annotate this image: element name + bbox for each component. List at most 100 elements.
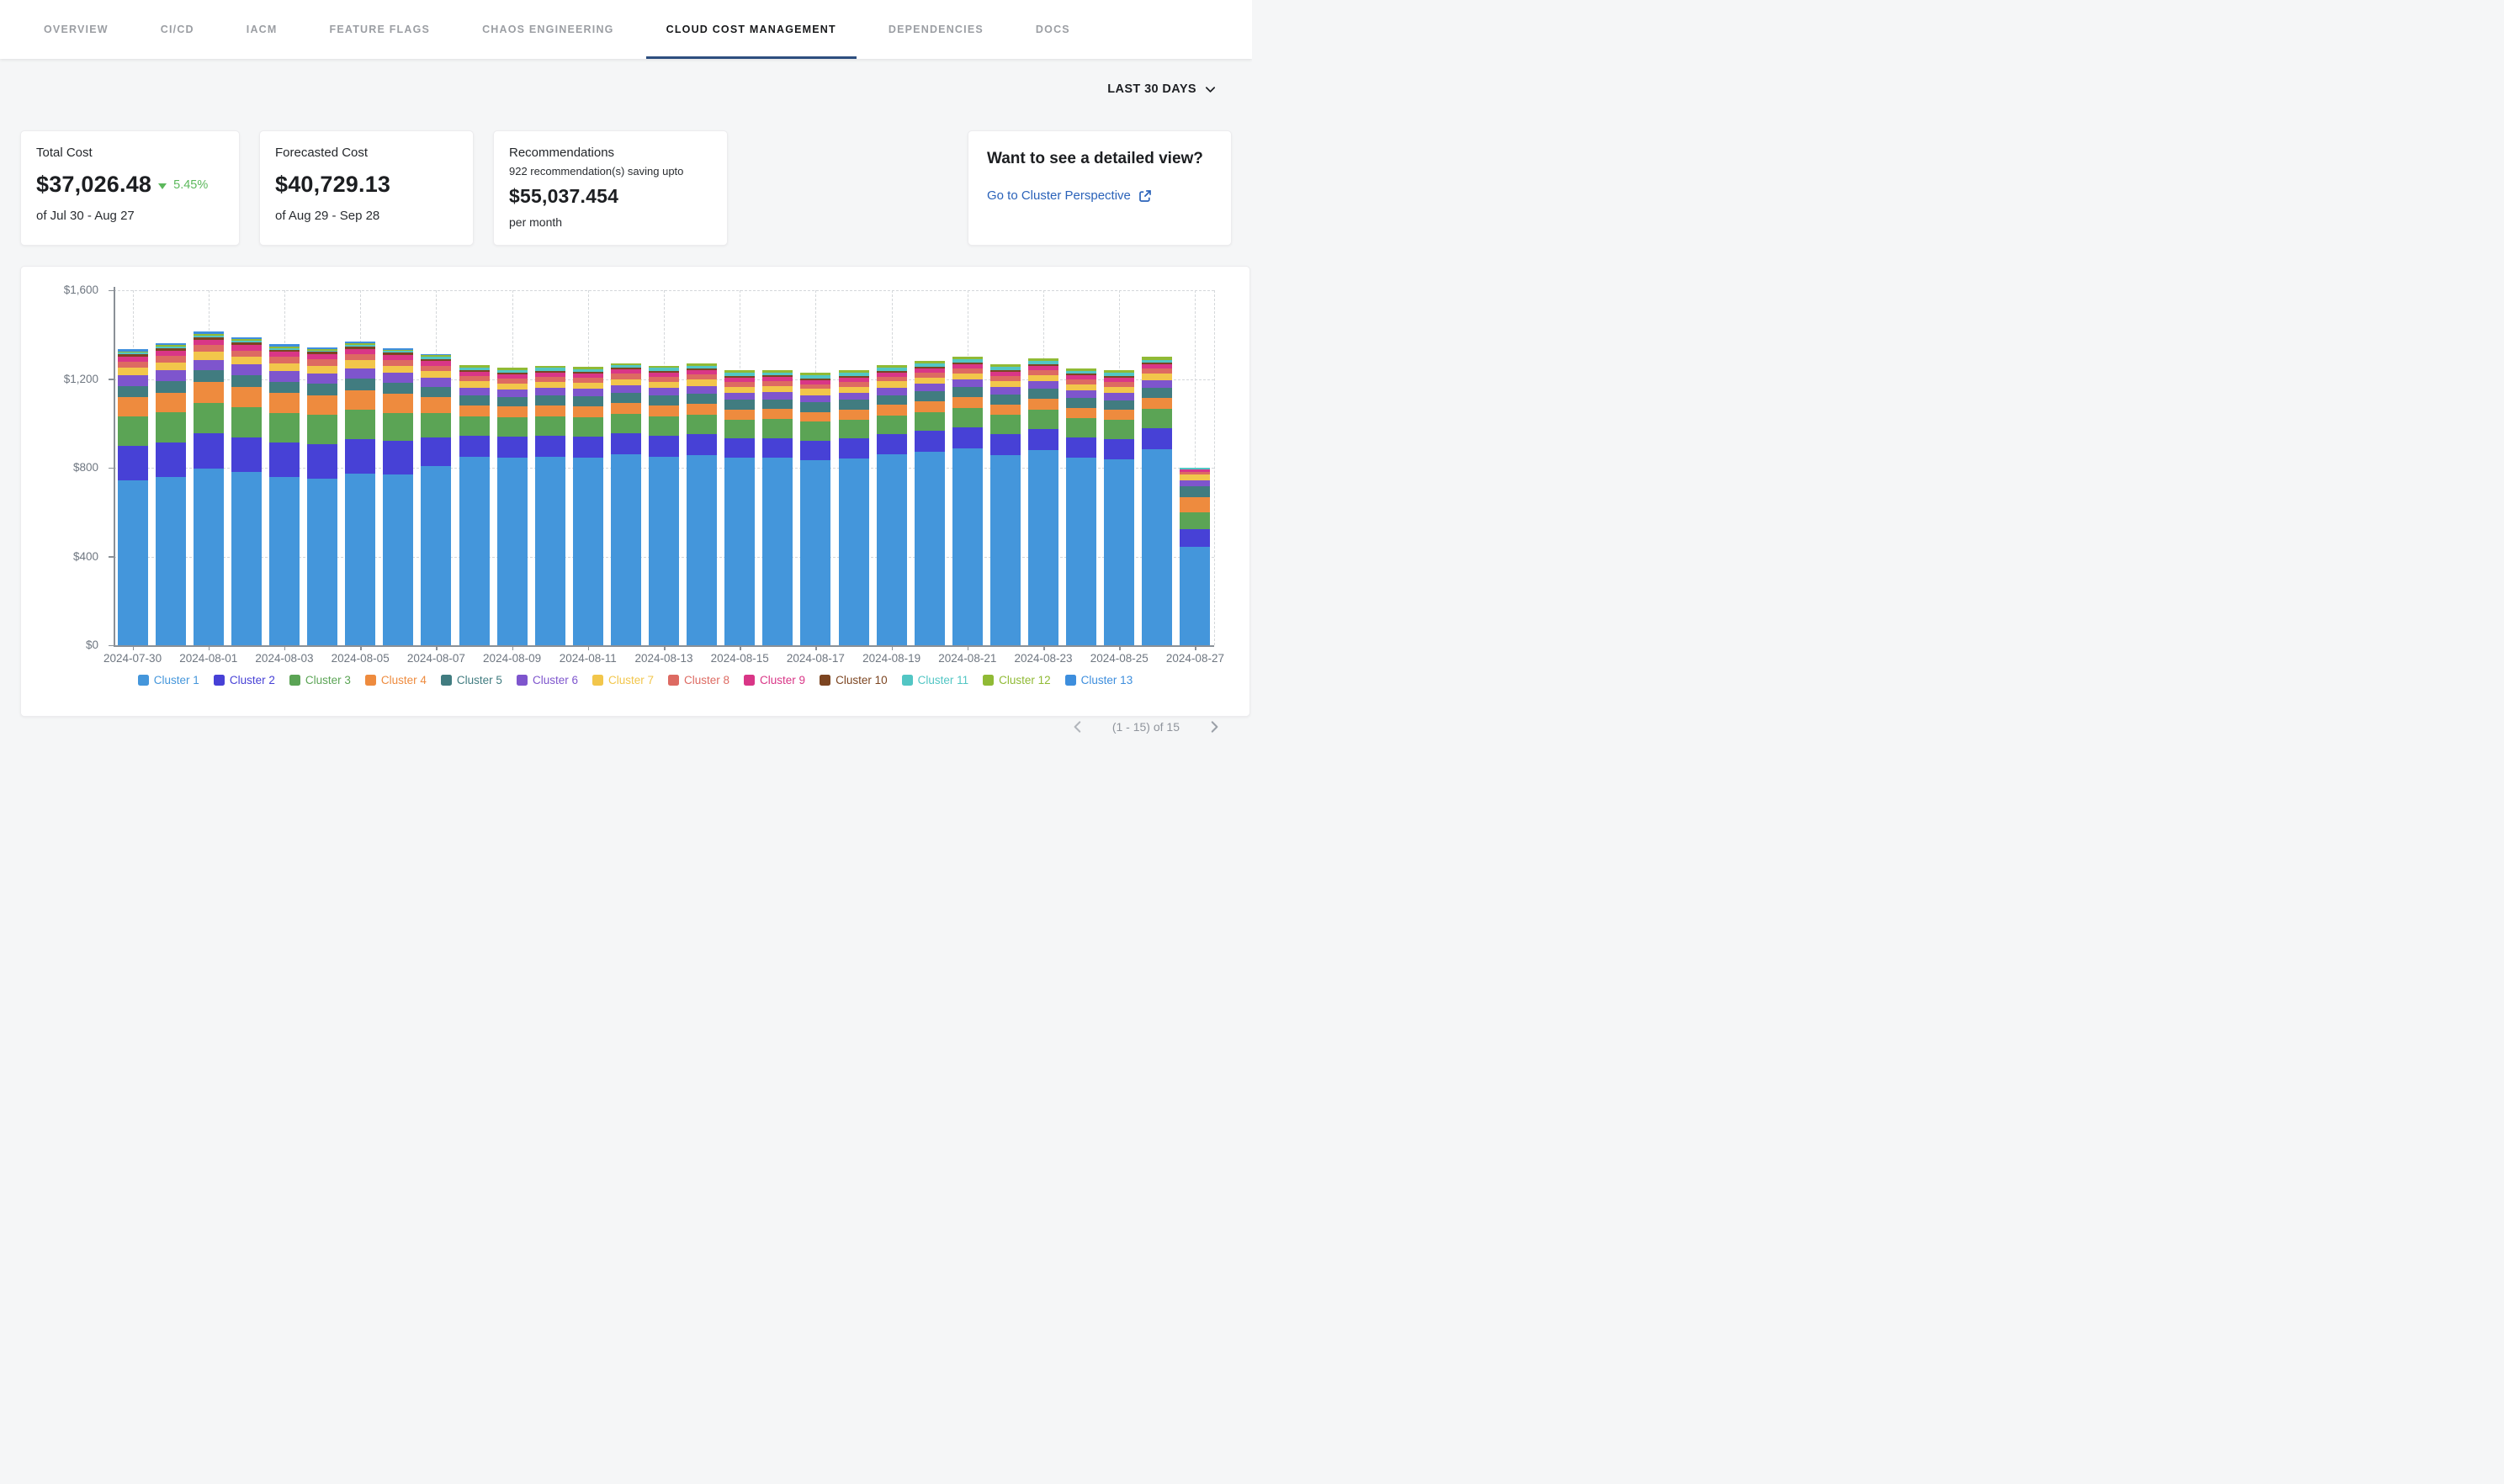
bar-2024-08-26[interactable]	[1142, 357, 1172, 645]
tab-feature-flags[interactable]: FEATURE FLAGS	[310, 0, 451, 59]
bar-segment-cluster-4[interactable]	[800, 412, 830, 422]
bar-segment-cluster-7[interactable]	[307, 366, 337, 374]
legend-item-cluster-9[interactable]: Cluster 9	[744, 674, 805, 686]
bar-segment-cluster-5[interactable]	[1066, 398, 1096, 408]
bar-segment-cluster-5[interactable]	[573, 396, 603, 406]
bar-segment-cluster-6[interactable]	[649, 388, 679, 395]
bar-segment-cluster-3[interactable]	[687, 415, 717, 434]
bar-segment-cluster-5[interactable]	[156, 381, 186, 393]
tab-iacm[interactable]: IACM	[226, 0, 298, 59]
bar-segment-cluster-6[interactable]	[573, 389, 603, 396]
bar-segment-cluster-4[interactable]	[307, 395, 337, 415]
bar-segment-cluster-4[interactable]	[990, 405, 1021, 415]
pagination-prev-button[interactable]	[1069, 718, 1087, 736]
bar-segment-cluster-4[interactable]	[762, 409, 793, 419]
bar-segment-cluster-1[interactable]	[915, 452, 945, 645]
bar-segment-cluster-8[interactable]	[156, 356, 186, 363]
bar-segment-cluster-7[interactable]	[497, 384, 528, 390]
cluster-perspective-link[interactable]: Go to Cluster Perspective	[987, 188, 1212, 203]
bar-segment-cluster-2[interactable]	[421, 437, 451, 466]
bar-segment-cluster-6[interactable]	[1066, 390, 1096, 398]
bar-2024-07-30[interactable]	[118, 349, 148, 645]
bar-segment-cluster-1[interactable]	[307, 479, 337, 645]
bar-segment-cluster-2[interactable]	[345, 439, 375, 474]
bar-2024-07-31[interactable]	[156, 343, 186, 645]
bar-segment-cluster-4[interactable]	[952, 397, 983, 408]
bar-segment-cluster-2[interactable]	[1104, 439, 1134, 459]
bar-segment-cluster-7[interactable]	[687, 379, 717, 386]
bar-segment-cluster-4[interactable]	[687, 404, 717, 415]
bar-2024-08-21[interactable]	[952, 357, 983, 645]
bar-2024-08-25[interactable]	[1104, 370, 1134, 645]
bar-2024-08-09[interactable]	[497, 368, 528, 645]
bar-segment-cluster-3[interactable]	[762, 419, 793, 437]
bar-segment-cluster-3[interactable]	[421, 413, 451, 437]
legend-item-cluster-5[interactable]: Cluster 5	[441, 674, 502, 686]
bar-segment-cluster-8[interactable]	[383, 360, 413, 366]
time-range-selector[interactable]: LAST 30 DAYS	[1107, 82, 1217, 96]
bar-segment-cluster-2[interactable]	[1142, 428, 1172, 449]
bar-segment-cluster-2[interactable]	[915, 431, 945, 452]
bar-segment-cluster-7[interactable]	[990, 381, 1021, 387]
legend-item-cluster-3[interactable]: Cluster 3	[289, 674, 351, 686]
bar-segment-cluster-1[interactable]	[421, 466, 451, 645]
bar-segment-cluster-4[interactable]	[573, 406, 603, 417]
bar-segment-cluster-4[interactable]	[1028, 399, 1058, 410]
bar-segment-cluster-5[interactable]	[877, 395, 907, 405]
bar-segment-cluster-6[interactable]	[231, 364, 262, 375]
bar-segment-cluster-3[interactable]	[877, 416, 907, 435]
bar-2024-08-03[interactable]	[269, 344, 300, 645]
bar-segment-cluster-3[interactable]	[269, 413, 300, 443]
bar-segment-cluster-2[interactable]	[497, 437, 528, 458]
bar-2024-08-11[interactable]	[573, 367, 603, 645]
legend-item-cluster-1[interactable]: Cluster 1	[138, 674, 199, 686]
bar-segment-cluster-1[interactable]	[1028, 450, 1058, 645]
bar-segment-cluster-6[interactable]	[1104, 393, 1134, 400]
bar-2024-08-12[interactable]	[611, 363, 641, 646]
bar-2024-08-20[interactable]	[915, 361, 945, 645]
bar-segment-cluster-6[interactable]	[1028, 381, 1058, 389]
bar-segment-cluster-6[interactable]	[1142, 380, 1172, 388]
bar-segment-cluster-6[interactable]	[952, 379, 983, 387]
bar-segment-cluster-1[interactable]	[990, 455, 1021, 645]
bar-segment-cluster-5[interactable]	[1028, 389, 1058, 399]
bar-segment-cluster-6[interactable]	[724, 393, 755, 400]
bar-2024-08-07[interactable]	[421, 354, 451, 645]
bar-segment-cluster-7[interactable]	[1180, 474, 1210, 480]
bar-2024-08-24[interactable]	[1066, 368, 1096, 645]
bar-segment-cluster-5[interactable]	[990, 395, 1021, 405]
legend-item-cluster-6[interactable]: Cluster 6	[517, 674, 578, 686]
bar-segment-cluster-5[interactable]	[497, 397, 528, 407]
bar-segment-cluster-5[interactable]	[421, 387, 451, 398]
tab-overview[interactable]: OVERVIEW	[24, 0, 129, 59]
bar-segment-cluster-6[interactable]	[269, 371, 300, 381]
bar-segment-cluster-8[interactable]	[269, 357, 300, 363]
bar-segment-cluster-6[interactable]	[1180, 480, 1210, 486]
bar-segment-cluster-5[interactable]	[687, 394, 717, 404]
bar-segment-cluster-4[interactable]	[345, 390, 375, 410]
bar-segment-cluster-1[interactable]	[687, 455, 717, 645]
bar-segment-cluster-7[interactable]	[800, 389, 830, 395]
bar-segment-cluster-4[interactable]	[269, 393, 300, 412]
bar-segment-cluster-3[interactable]	[952, 408, 983, 427]
bar-segment-cluster-8[interactable]	[118, 362, 148, 368]
bar-segment-cluster-4[interactable]	[231, 387, 262, 407]
bar-segment-cluster-4[interactable]	[915, 401, 945, 412]
bar-segment-cluster-5[interactable]	[724, 400, 755, 410]
bar-segment-cluster-5[interactable]	[800, 402, 830, 412]
bar-segment-cluster-1[interactable]	[611, 454, 641, 645]
bar-2024-08-17[interactable]	[800, 373, 830, 645]
bar-segment-cluster-6[interactable]	[118, 375, 148, 385]
pagination-next-button[interactable]	[1205, 718, 1223, 736]
bar-segment-cluster-1[interactable]	[1066, 458, 1096, 645]
bar-segment-cluster-3[interactable]	[1180, 512, 1210, 528]
bar-segment-cluster-4[interactable]	[1142, 398, 1172, 409]
bar-segment-cluster-3[interactable]	[800, 421, 830, 440]
bar-segment-cluster-3[interactable]	[649, 416, 679, 436]
bar-segment-cluster-2[interactable]	[687, 434, 717, 455]
bar-segment-cluster-3[interactable]	[459, 416, 490, 436]
bar-segment-cluster-6[interactable]	[307, 374, 337, 384]
bar-segment-cluster-1[interactable]	[345, 474, 375, 645]
legend-item-cluster-4[interactable]: Cluster 4	[365, 674, 427, 686]
bar-segment-cluster-2[interactable]	[573, 437, 603, 458]
